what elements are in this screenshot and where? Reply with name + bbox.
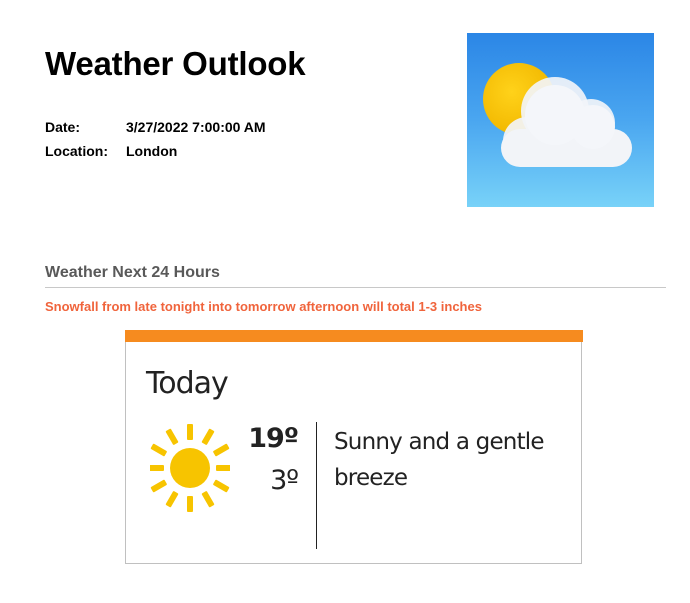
date-row: Date: 3/27/2022 7:00:00 AM <box>45 115 266 139</box>
date-label: Date: <box>45 119 81 135</box>
date-value: 3/27/2022 7:00:00 AM <box>126 119 266 135</box>
temperature-high: 19º <box>248 423 299 454</box>
snowfall-alert: Snowfall from late tonight into tomorrow… <box>45 299 482 314</box>
temperature-low: 3º <box>270 465 299 496</box>
hero-weather-graphic <box>483 63 632 167</box>
page-title: Weather Outlook <box>45 45 306 82</box>
forecast-description: Sunny and a gentle breeze <box>334 429 545 491</box>
section-heading: Weather Next 24 Hours <box>45 264 220 281</box>
forecast-accent-bar <box>125 330 583 342</box>
document-meta: Date: 3/27/2022 7:00:00 AM Location: Lon… <box>45 115 266 163</box>
location-label: Location: <box>45 143 108 159</box>
location-value: London <box>126 143 178 159</box>
location-row: Location: London <box>45 139 266 163</box>
forecast-divider <box>316 422 317 549</box>
forecast-day-label: Today <box>146 366 229 401</box>
forecast-card: Today 19º 3º Sunny and a gentle breeze <box>125 330 583 564</box>
sun-behind-cloud-icon <box>467 33 654 207</box>
section-divider <box>45 287 666 288</box>
sun-icon <box>148 418 232 518</box>
